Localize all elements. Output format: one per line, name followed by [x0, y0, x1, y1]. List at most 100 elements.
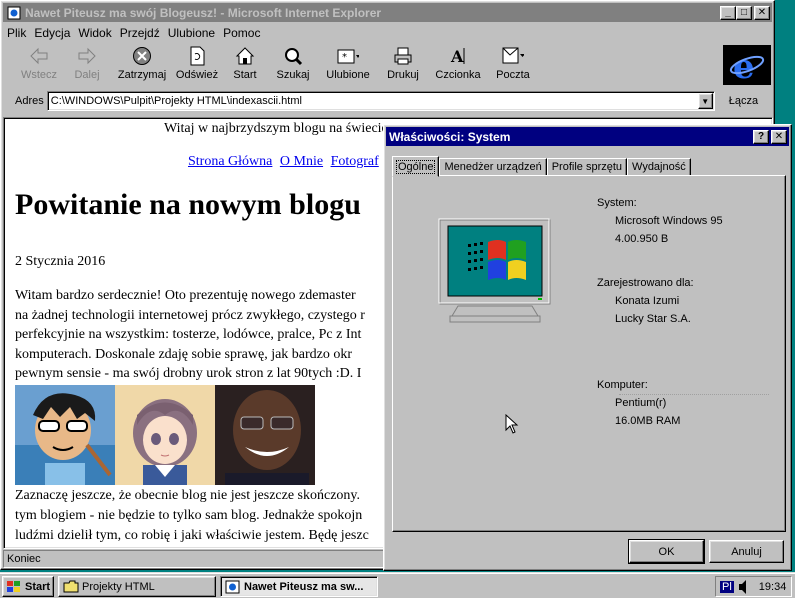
forward-label: Dalej	[74, 69, 100, 81]
nav-link-about[interactable]: O Mnie	[280, 154, 323, 169]
clock: 19:34	[758, 580, 787, 593]
search-icon	[282, 46, 304, 66]
favorites-button[interactable]: * Ulubione	[317, 43, 379, 87]
page-heading: Powitanie na nowym blogu	[15, 188, 361, 221]
home-label: Start	[233, 69, 257, 81]
refresh-icon	[186, 46, 208, 66]
menu-go[interactable]: Przejdź	[116, 26, 164, 40]
favorites-icon: *	[337, 46, 359, 66]
stop-button[interactable]: Zatrzymaj	[111, 43, 173, 87]
nav-link-home[interactable]: Strona Główna	[188, 154, 272, 169]
print-icon	[392, 46, 414, 66]
task-label: Projekty HTML	[82, 580, 155, 593]
cancel-label: Anuluj	[731, 545, 762, 558]
mail-label: Poczta	[496, 69, 530, 81]
start-label: Start	[25, 580, 51, 593]
search-button[interactable]: Szukaj	[269, 43, 317, 87]
menu-edit[interactable]: Edycja	[30, 26, 74, 40]
address-dropdown-button[interactable]: ▼	[697, 93, 713, 109]
nav-link-photos[interactable]: Fotograf	[331, 154, 379, 169]
ie-page-icon	[225, 580, 240, 593]
task-internet-explorer[interactable]: Nawet Piteusz ma sw...	[220, 576, 378, 597]
tab-strip: Ogólne Menedżer urządzeń Profile sprzętu…	[392, 155, 691, 177]
tab-hardware-profiles-label: Profile sprzętu	[551, 161, 623, 173]
tab-device-manager-label: Menedżer urządzeń	[444, 161, 542, 173]
address-label: Adres	[15, 95, 44, 107]
svg-text:A: A	[450, 47, 464, 66]
menu-bar: Plik Edycja Widok Przejdź Ulubione Pomoc	[3, 23, 264, 42]
image-row	[15, 385, 315, 485]
font-button[interactable]: A Czcionka	[427, 43, 489, 87]
ie-title: Nawet Piteusz ma swój Blogeusz! - Micros…	[25, 5, 382, 20]
ok-label: OK	[658, 545, 675, 558]
system-tray: Pl 19:34	[715, 576, 792, 597]
question-icon: ?	[757, 131, 765, 142]
dialog-title: Właściwości: System	[389, 129, 511, 144]
home-button[interactable]: Start	[221, 43, 269, 87]
minimize-icon: _	[725, 7, 731, 18]
cancel-button[interactable]: Anuluj	[709, 540, 784, 563]
menu-file[interactable]: Plik	[3, 26, 30, 40]
favorites-label: Ulubione	[326, 69, 370, 81]
dialog-close-button[interactable]: ✕	[771, 129, 787, 144]
search-label: Szukaj	[276, 69, 310, 81]
menu-favorites[interactable]: Ulubione	[164, 26, 219, 40]
registered-user: Konata Izumi	[615, 295, 680, 307]
back-button[interactable]: Wstecz	[15, 43, 63, 87]
mouse-cursor-icon	[505, 414, 519, 434]
ie-logo-icon: e	[723, 45, 771, 85]
tab-hardware-profiles[interactable]: Profile sprzętu	[546, 158, 628, 176]
os-name: Microsoft Windows 95	[615, 215, 723, 227]
start-button[interactable]: Start	[2, 576, 54, 597]
tab-device-manager[interactable]: Menedżer urządzeń	[439, 158, 547, 176]
registered-label: Zarejestrowano dla:	[597, 277, 694, 289]
dialog-titlebar[interactable]: Właściwości: System ? ✕	[386, 127, 789, 146]
maximize-button[interactable]: □	[736, 5, 752, 20]
system-properties-dialog[interactable]: Właściwości: System ? ✕ Ogólne Menedżer …	[383, 124, 792, 571]
forward-button[interactable]: Dalej	[63, 43, 111, 87]
close-icon: ✕	[774, 131, 784, 142]
language-indicator[interactable]: Pl	[720, 580, 734, 593]
forward-arrow-icon	[76, 46, 98, 66]
help-button[interactable]: ?	[753, 129, 769, 144]
menu-view[interactable]: Widok	[74, 26, 115, 40]
task-label: Nawet Piteusz ma sw...	[244, 580, 364, 593]
refresh-label: Odśwież	[175, 69, 219, 81]
anime-character-girl-image	[115, 385, 215, 485]
task-projekty-html[interactable]: Projekty HTML	[58, 576, 216, 597]
links-label[interactable]: Łącza	[729, 95, 758, 107]
taskbar: Start Projekty HTML Nawet Piteusz ma sw.…	[0, 572, 795, 598]
address-bar: Adres C:\WINDOWS\Pulpit\Projekty HTML\in…	[3, 90, 773, 112]
address-input[interactable]: C:\WINDOWS\Pulpit\Projekty HTML\indexasc…	[46, 91, 715, 111]
menu-help[interactable]: Pomoc	[219, 26, 264, 40]
post-date: 2 Stycznia 2016	[15, 254, 106, 269]
os-version: 4.00.950 B	[615, 233, 669, 245]
ie-page-icon	[6, 5, 21, 20]
tab-general[interactable]: Ogólne	[392, 156, 440, 177]
stop-label: Zatrzymaj	[117, 69, 167, 81]
toolbar: Wstecz Dalej Zatrzymaj Odśwież Start Szu…	[3, 43, 721, 89]
svg-text:e: e	[733, 48, 755, 82]
minimize-button[interactable]: _	[720, 5, 736, 20]
system-label: System:	[597, 197, 637, 209]
speaker-icon[interactable]	[737, 579, 749, 595]
ie-titlebar[interactable]: Nawet Piteusz ma swój Blogeusz! - Micros…	[3, 3, 772, 22]
registered-company: Lucky Star S.A.	[615, 313, 691, 325]
windows-logo-icon	[7, 580, 20, 592]
ok-button[interactable]: OK	[628, 539, 705, 564]
print-button[interactable]: Drukuj	[379, 43, 427, 87]
print-label: Drukuj	[387, 69, 419, 81]
mail-icon	[502, 46, 524, 66]
back-label: Wstecz	[20, 69, 58, 81]
tab-performance[interactable]: Wydajność	[627, 158, 691, 176]
registration-info: Zarejestrowano dla: Konata Izumi Lucky S…	[597, 274, 694, 328]
welcome-text-main: Witaj w najbrzydszym blogu na świe	[164, 121, 372, 136]
refresh-button[interactable]: Odśwież	[173, 43, 221, 87]
close-button[interactable]: ✕	[754, 5, 770, 20]
font-label: Czcionka	[435, 69, 481, 81]
address-value: C:\WINDOWS\Pulpit\Projekty HTML\indexasc…	[50, 95, 302, 107]
computer-info: Komputer: Pentium(r) 16.0MB RAM	[597, 376, 680, 430]
status-text: Koniec	[7, 553, 41, 565]
mail-button[interactable]: Poczta	[489, 43, 537, 87]
nav-links: Strona Główna O Mnie Fotograf	[188, 154, 383, 170]
